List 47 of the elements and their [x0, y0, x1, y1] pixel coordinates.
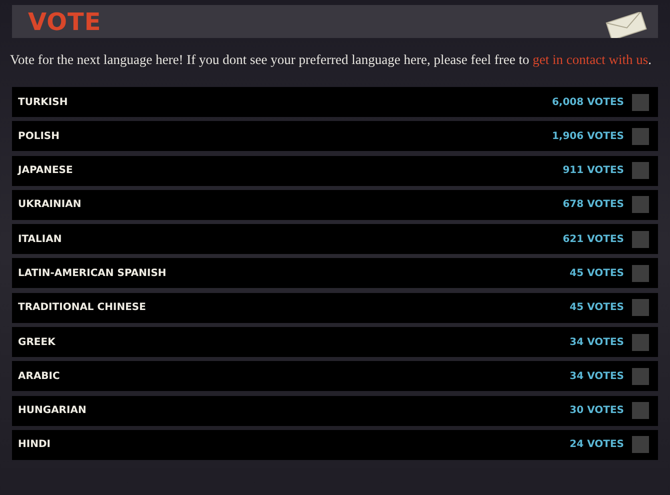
language-row[interactable]: ARABIC 34 VOTES	[12, 361, 658, 392]
vote-checkbox[interactable]	[632, 402, 649, 420]
language-row[interactable]: UKRAINIAN 678 VOTES	[12, 190, 658, 220]
language-name: HINDI	[18, 439, 52, 450]
vote-checkbox[interactable]	[632, 334, 649, 351]
vote-checkbox[interactable]	[632, 94, 649, 110]
vote-checkbox[interactable]	[632, 230, 649, 248]
language-row[interactable]: POLISH 1,906 VOTES	[12, 121, 658, 152]
vote-count: 911 VOTES	[562, 165, 624, 176]
vote-count: 621 VOTES	[562, 234, 624, 245]
contact-link[interactable]: get in contact with us	[532, 52, 648, 67]
language-name: ITALIAN	[18, 234, 63, 245]
language-name: TURKISH	[18, 96, 69, 108]
language-row[interactable]: JAPANESE 911 VOTES	[12, 156, 658, 186]
vote-count: 45 VOTES	[570, 268, 624, 279]
language-row[interactable]: ITALIAN 621 VOTES	[12, 224, 658, 254]
language-row[interactable]: TURKISH 6,008 VOTES	[12, 87, 658, 117]
language-name: GREEK	[18, 336, 56, 348]
vote-checkbox[interactable]	[632, 368, 649, 385]
language-row[interactable]: LATIN-AMERICAN SPANISH 45 VOTES	[12, 258, 658, 288]
language-name: TRADITIONAL CHINESE	[18, 302, 147, 314]
vote-checkbox[interactable]	[632, 436, 649, 454]
vote-checkbox[interactable]	[632, 162, 649, 180]
vote-count: 1,906 VOTES	[552, 130, 624, 142]
language-name: POLISH	[18, 130, 60, 142]
vote-checkbox[interactable]	[632, 264, 649, 282]
vote-checkbox[interactable]	[632, 299, 649, 316]
vote-count: 34 VOTES	[570, 336, 624, 348]
page-title: VOTE	[28, 8, 102, 36]
vote-count: 678 VOTES	[562, 199, 624, 210]
language-name: UKRAINIAN	[18, 199, 82, 210]
language-row[interactable]: HINDI 24 VOTES	[12, 430, 658, 460]
vote-count: 24 VOTES	[570, 439, 624, 450]
language-row[interactable]: HUNGARIAN 30 VOTES	[12, 396, 658, 426]
language-name: HUNGARIAN	[18, 405, 88, 416]
vote-count: 45 VOTES	[570, 302, 624, 314]
vote-checkbox[interactable]	[632, 196, 649, 214]
vote-count: 6,008 VOTES	[552, 96, 624, 108]
intro-text: Vote for the next language here! If you dont see your preferred language here, please feel free to get in contact with us.	[10, 51, 652, 69]
language-name: JAPANESE	[18, 165, 74, 176]
language-name: LATIN-AMERICAN SPANISH	[18, 268, 168, 279]
language-row[interactable]: TRADITIONAL CHINESE 45 VOTES	[12, 292, 658, 323]
vote-count: 34 VOTES	[570, 370, 624, 382]
language-row[interactable]: GREEK 34 VOTES	[12, 327, 658, 358]
vote-count: 30 VOTES	[570, 405, 624, 416]
language-name: ARABIC	[18, 370, 61, 382]
vote-checkbox[interactable]	[632, 128, 649, 145]
